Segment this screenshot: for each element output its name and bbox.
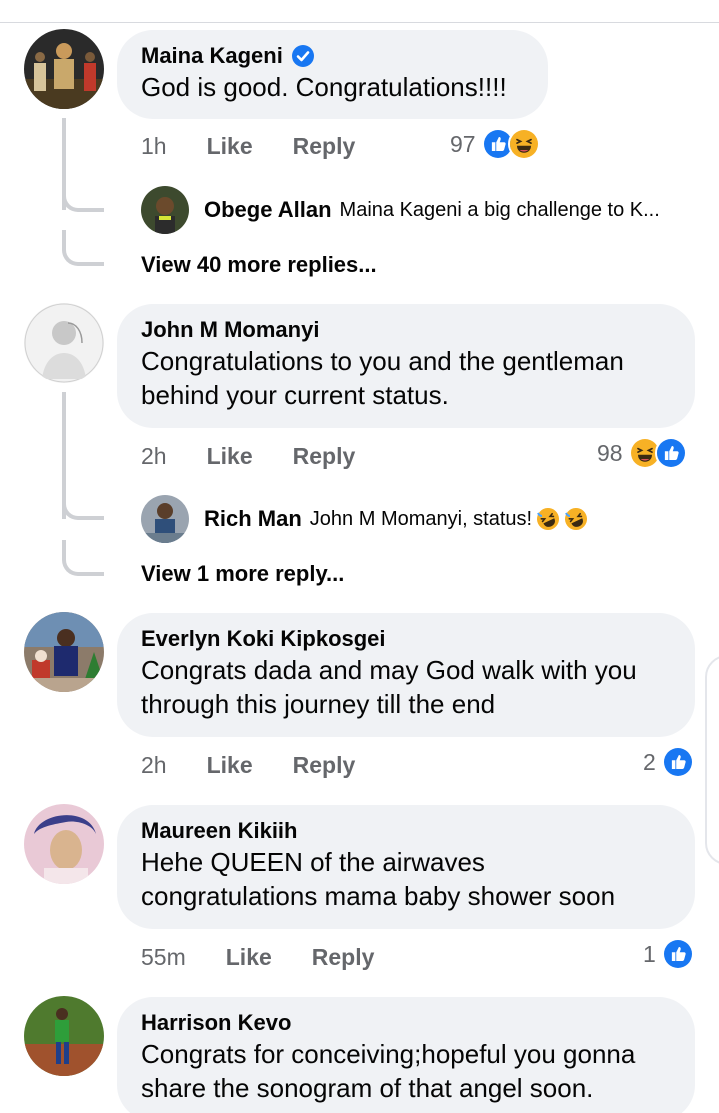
comment-text-line: share the sonogram of that angel soon. [141, 1073, 594, 1103]
comment-author[interactable]: Everlyn Koki Kipkosgei [141, 625, 386, 653]
avatar[interactable] [24, 996, 104, 1076]
reply-text: John M Momanyi, status! [309, 507, 533, 530]
haha-icon [507, 128, 540, 160]
reaction-summary[interactable]: 98 [597, 437, 687, 469]
comment-text-line: Hehe QUEEN of the airwaves [141, 847, 485, 877]
comment-text-line: behind your current status. [141, 380, 449, 410]
avatar[interactable] [24, 804, 104, 884]
thread-branch [62, 190, 104, 212]
comment-actions: 2h Like Reply [141, 443, 355, 470]
comment-bubble: John M Momanyi Congratulations to you an… [117, 304, 695, 428]
comment-author[interactable]: John M Momanyi [141, 316, 319, 344]
avatar[interactable] [24, 29, 104, 109]
reply-text: Maina Kageni a big challenge to K... [339, 198, 660, 221]
like-button[interactable]: Like [226, 944, 272, 971]
comment-time[interactable]: 2h [141, 752, 167, 779]
avatar[interactable] [24, 612, 104, 692]
reaction-summary[interactable]: 1 [643, 938, 694, 970]
comment-text-line: Congratulations to you and the gentleman [141, 346, 624, 376]
comment-bubble: Harrison Kevo Congrats for conceiving;ho… [117, 997, 695, 1113]
author-name[interactable]: Maina Kageni [141, 42, 283, 70]
comment-author[interactable]: Maureen Kikiih [141, 817, 297, 845]
comment-actions: 1h Like Reply [141, 133, 355, 160]
comment-author[interactable]: Harrison Kevo [141, 1009, 291, 1037]
comment-text: God is good. Congratulations!!!! [141, 72, 507, 102]
view-more-replies-link[interactable]: View 1 more reply... [141, 561, 344, 587]
like-button[interactable]: Like [207, 443, 253, 470]
reply-button[interactable]: Reply [312, 944, 375, 971]
comment-text-line: Congrats dada and may God walk with you [141, 655, 637, 685]
reaction-count: 2 [643, 748, 656, 775]
reply-button[interactable]: Reply [293, 133, 356, 160]
view-more-replies-link[interactable]: View 40 more replies... [141, 252, 377, 278]
rofl-emoji-icon [564, 507, 588, 531]
reply-button[interactable]: Reply [293, 443, 356, 470]
thread-branch [62, 540, 104, 576]
comment-time[interactable]: 2h [141, 443, 167, 470]
like-button[interactable]: Like [207, 133, 253, 160]
thread-branch [62, 498, 104, 520]
reply-preview[interactable]: Obege Allan Maina Kageni a big challenge… [204, 197, 660, 223]
comment-text-line: through this journey till the end [141, 689, 496, 719]
like-icon [654, 437, 687, 469]
reaction-count: 97 [450, 130, 476, 157]
comment-time[interactable]: 55m [141, 944, 186, 971]
reply-author[interactable]: Rich Man [204, 506, 302, 532]
comment-text-line: congratulations mama baby shower soon [141, 881, 616, 911]
like-icon [661, 938, 694, 970]
reply-author[interactable]: Obege Allan [204, 197, 332, 223]
top-divider [0, 22, 719, 23]
scrollbar-thumb[interactable] [705, 655, 719, 865]
comment-author[interactable]: Maina Kageni [141, 42, 315, 70]
comment-bubble: Maureen Kikiih Hehe QUEEN of the airwave… [117, 805, 695, 929]
comment-text-line: Congrats for conceiving;hopeful you gonn… [141, 1039, 636, 1069]
comment-time[interactable]: 1h [141, 133, 167, 160]
like-icon [661, 746, 694, 778]
reaction-count: 98 [597, 439, 623, 466]
reply-avatar[interactable] [141, 495, 189, 543]
verified-badge-icon [291, 44, 315, 68]
comment-bubble: Maina Kageni God is good. Congratulation… [117, 30, 548, 119]
thread-branch [62, 230, 104, 266]
comment-actions: 2h Like Reply [141, 752, 355, 779]
reaction-summary[interactable]: 2 [643, 746, 694, 778]
rofl-emoji-icon [536, 507, 560, 531]
reply-button[interactable]: Reply [293, 752, 356, 779]
comment-bubble: Everlyn Koki Kipkosgei Congrats dada and… [117, 613, 695, 737]
reaction-count: 1 [643, 940, 656, 967]
reaction-summary[interactable]: 97 [450, 128, 540, 160]
avatar[interactable] [24, 303, 104, 383]
like-button[interactable]: Like [207, 752, 253, 779]
reply-avatar[interactable] [141, 186, 189, 234]
comment-actions: 55m Like Reply [141, 944, 374, 971]
reply-preview[interactable]: Rich Man John M Momanyi, status! [204, 506, 588, 532]
